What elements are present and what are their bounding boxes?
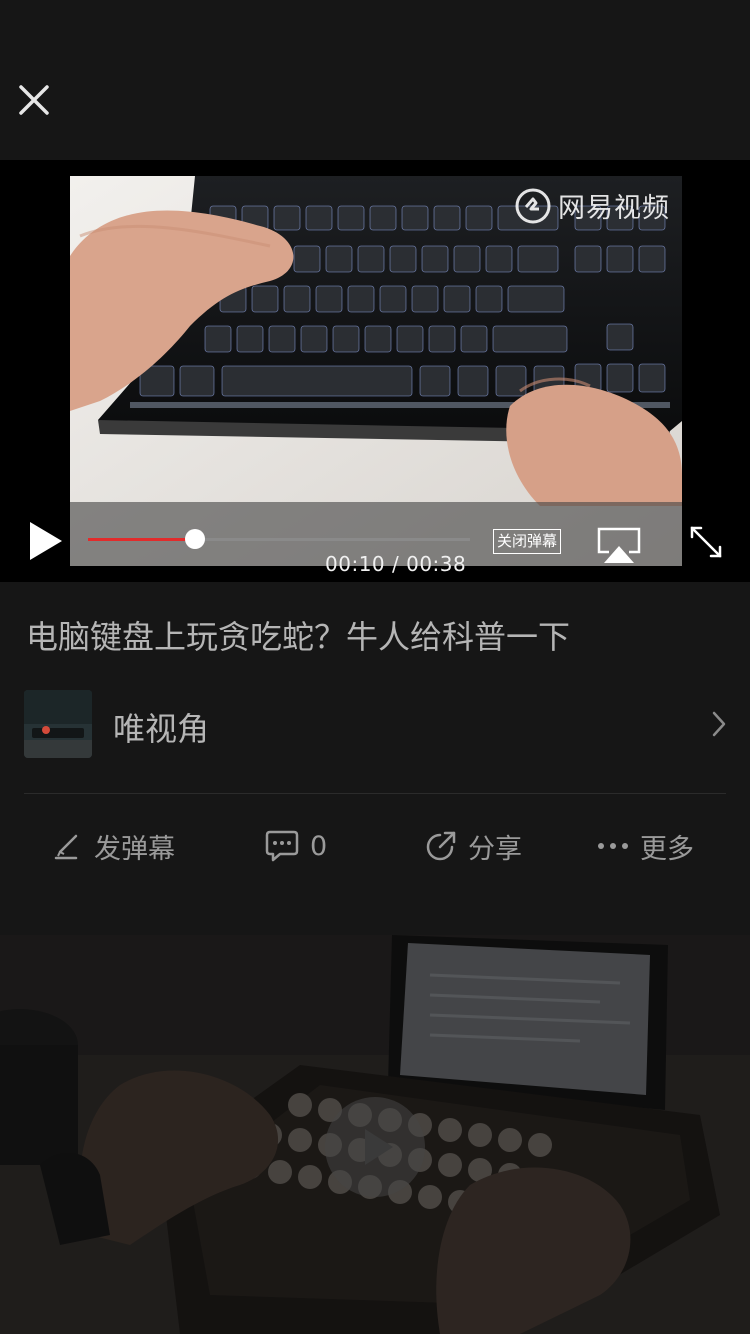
divider <box>24 793 726 794</box>
share-label: 分享 <box>468 833 522 865</box>
next-video-play-button[interactable] <box>325 1097 425 1197</box>
share-button[interactable]: 分享 <box>424 818 522 874</box>
close-button[interactable] <box>12 78 56 122</box>
channel-name[interactable]: 唯视角 <box>113 704 209 750</box>
close-danmaku-button[interactable]: 关闭弹幕 <box>493 529 562 554</box>
send-danmaku-button[interactable]: 发弹幕 <box>52 818 175 874</box>
comment-icon <box>265 830 299 862</box>
progress-bar[interactable] <box>88 529 470 549</box>
action-bar: 发弹幕 0 分享 更多 <box>0 818 750 874</box>
progress-fill <box>88 538 195 541</box>
channel-avatar[interactable] <box>24 690 92 758</box>
channel-row[interactable]: 唯视角 <box>24 690 728 758</box>
fullscreen-icon <box>690 526 722 558</box>
channel-avatar-image <box>24 690 92 758</box>
share-icon <box>426 831 456 861</box>
airplay-icon <box>597 527 641 563</box>
send-danmaku-label: 发弹幕 <box>94 833 175 865</box>
video-title: 电脑键盘上玩贪吃蛇？牛人给科普一下 <box>26 618 571 656</box>
play-icon <box>365 1129 393 1165</box>
comment-count: 0 <box>310 830 328 862</box>
pen-icon <box>54 834 78 860</box>
video-watermark: 网易视频 <box>514 186 670 225</box>
top-bar <box>0 0 750 160</box>
progress-knob[interactable] <box>184 529 205 549</box>
time-display: 00:10 / 00:38 <box>325 552 467 576</box>
more-icon <box>598 843 628 849</box>
video-detail-page: 网易视频 00:10 / 00:38 关闭弹幕 电脑键盘上玩贪吃蛇？牛人给科普一… <box>0 0 750 1334</box>
chevron-right-icon[interactable] <box>710 710 728 738</box>
close-icon <box>19 85 49 115</box>
play-button[interactable] <box>26 518 66 564</box>
watermark-text: 网易视频 <box>558 193 670 224</box>
comment-button[interactable]: 0 <box>264 818 327 874</box>
video-player[interactable]: 网易视频 00:10 / 00:38 关闭弹幕 <box>0 160 750 582</box>
more-button[interactable]: 更多 <box>596 818 694 874</box>
airplay-button[interactable] <box>596 526 642 564</box>
netease-video-logo-icon <box>515 188 551 223</box>
play-icon <box>30 522 62 560</box>
fullscreen-button[interactable] <box>688 524 724 560</box>
next-video-card[interactable] <box>0 935 750 1334</box>
player-controls: 00:10 / 00:38 关闭弹幕 <box>0 502 750 582</box>
more-label: 更多 <box>640 833 694 865</box>
